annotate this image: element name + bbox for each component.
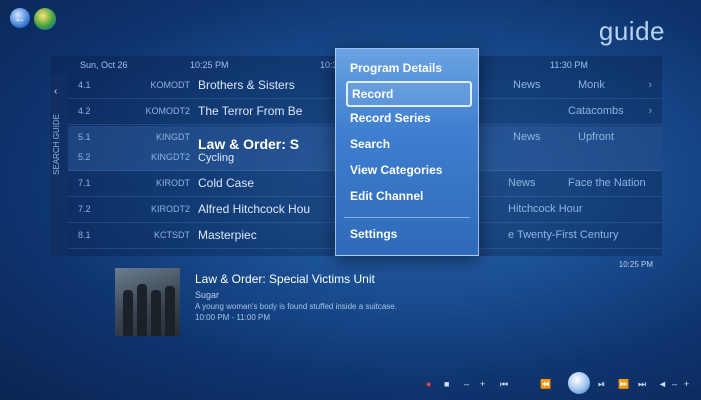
start-orb-icon[interactable] bbox=[34, 8, 56, 30]
channel-number: 4.1 bbox=[78, 80, 91, 90]
channel-callsign: KIRODT2 bbox=[150, 204, 190, 214]
grid-time-1: 10:25 PM bbox=[190, 60, 229, 70]
program-cell[interactable]: Brothers & Sisters bbox=[198, 78, 295, 92]
back-icon[interactable]: ← bbox=[10, 8, 30, 28]
channel-callsign: KIRODT bbox=[155, 178, 190, 188]
program-cell[interactable]: Cold Case bbox=[198, 176, 254, 190]
channel-callsign: KCTSDT bbox=[154, 230, 190, 240]
program-cell-selected[interactable]: Law & Order: S bbox=[198, 136, 299, 152]
program-cell[interactable]: The Terror From Be bbox=[198, 104, 302, 118]
chevron-right-icon[interactable]: › bbox=[648, 79, 652, 91]
channel-up-icon[interactable]: + bbox=[684, 379, 689, 389]
program-cell[interactable]: News bbox=[508, 177, 536, 189]
channel-number: 8.1 bbox=[78, 230, 91, 240]
menu-item-program-details[interactable]: Program Details bbox=[346, 57, 468, 79]
search-side-tab[interactable]: ‹ SEARCH GUIDE bbox=[50, 74, 68, 256]
play-pause-icon[interactable]: ⏯ bbox=[598, 379, 605, 390]
skip-forward-icon[interactable]: ⏭ bbox=[638, 379, 646, 390]
volume-up-icon[interactable]: + bbox=[480, 379, 485, 389]
volume-down-icon[interactable]: – bbox=[464, 379, 469, 389]
program-thumbnail bbox=[115, 268, 180, 336]
program-cell[interactable]: News bbox=[513, 79, 541, 91]
channel-number: 5.2 bbox=[78, 152, 91, 162]
top-nav: ← bbox=[10, 8, 56, 30]
current-time: 10:25 PM bbox=[618, 260, 653, 269]
program-cell[interactable]: News bbox=[513, 131, 541, 143]
program-cell[interactable]: e Twenty-First Century bbox=[508, 229, 618, 241]
channel-down-icon[interactable]: – bbox=[672, 379, 677, 389]
channel-callsign: KINGDT2 bbox=[150, 152, 190, 162]
channel-callsign: KOMODT2 bbox=[145, 106, 190, 116]
channel-callsign: KINGDT bbox=[155, 132, 190, 142]
channel-number: 7.2 bbox=[78, 204, 91, 214]
menu-item-view-categories[interactable]: View Categories bbox=[346, 159, 468, 181]
side-tab-label: SEARCH GUIDE bbox=[52, 114, 61, 175]
context-menu: Program Details Record Record Series Sea… bbox=[335, 48, 479, 256]
menu-item-record-series[interactable]: Record Series bbox=[346, 107, 468, 129]
program-cell[interactable]: Face the Nation bbox=[568, 177, 646, 189]
program-cell[interactable]: Hitchcock Hour bbox=[508, 203, 583, 215]
mute-icon[interactable]: ◄ bbox=[658, 379, 667, 389]
program-cell[interactable]: Masterpiec bbox=[198, 228, 257, 242]
chevron-right-icon[interactable]: › bbox=[648, 105, 652, 117]
detail-time: 10:00 PM - 11:00 PM bbox=[195, 313, 270, 322]
detail-description: A young woman's body is found stuffed in… bbox=[195, 302, 397, 311]
menu-item-record[interactable]: Record bbox=[346, 81, 472, 107]
grid-time-3: 11:30 PM bbox=[550, 60, 588, 70]
media-center-orb-icon[interactable] bbox=[568, 372, 590, 394]
channel-number: 7.1 bbox=[78, 178, 91, 188]
program-cell[interactable]: Cycling bbox=[198, 152, 234, 164]
skip-back-icon[interactable]: ⏮ bbox=[500, 379, 508, 390]
menu-item-settings[interactable]: Settings bbox=[346, 223, 468, 245]
detail-episode: Sugar bbox=[195, 290, 220, 300]
program-cell[interactable]: Monk bbox=[578, 79, 605, 91]
program-cell[interactable]: Catacombs bbox=[568, 105, 624, 117]
fast-forward-icon[interactable]: ⏩ bbox=[618, 379, 629, 390]
program-cell[interactable]: Alfred Hitchcock Hou bbox=[198, 202, 310, 216]
record-icon[interactable]: ● bbox=[426, 379, 431, 389]
program-cell[interactable]: Upfront bbox=[578, 131, 614, 143]
menu-item-edit-channel[interactable]: Edit Channel bbox=[346, 185, 468, 207]
program-detail-panel: Law & Order: Special Victims Unit Sugar … bbox=[115, 268, 595, 348]
channel-number: 5.1 bbox=[78, 132, 91, 142]
page-title: guide bbox=[598, 16, 665, 46]
menu-item-search[interactable]: Search bbox=[346, 133, 468, 155]
menu-divider bbox=[344, 217, 470, 218]
rewind-icon[interactable]: ⏪ bbox=[540, 379, 551, 390]
channel-number: 4.2 bbox=[78, 106, 91, 116]
stop-icon[interactable]: ■ bbox=[444, 379, 449, 389]
detail-title: Law & Order: Special Victims Unit bbox=[195, 272, 375, 286]
channel-callsign: KOMODT bbox=[150, 80, 191, 90]
left-arrow-icon[interactable]: ‹ bbox=[54, 86, 57, 97]
transport-controls: ● ■ – + ⏮ ⏪ ⏯ ⏩ ⏭ ◄ – + bbox=[420, 372, 695, 394]
grid-date: Sun, Oct 26 bbox=[80, 60, 128, 70]
